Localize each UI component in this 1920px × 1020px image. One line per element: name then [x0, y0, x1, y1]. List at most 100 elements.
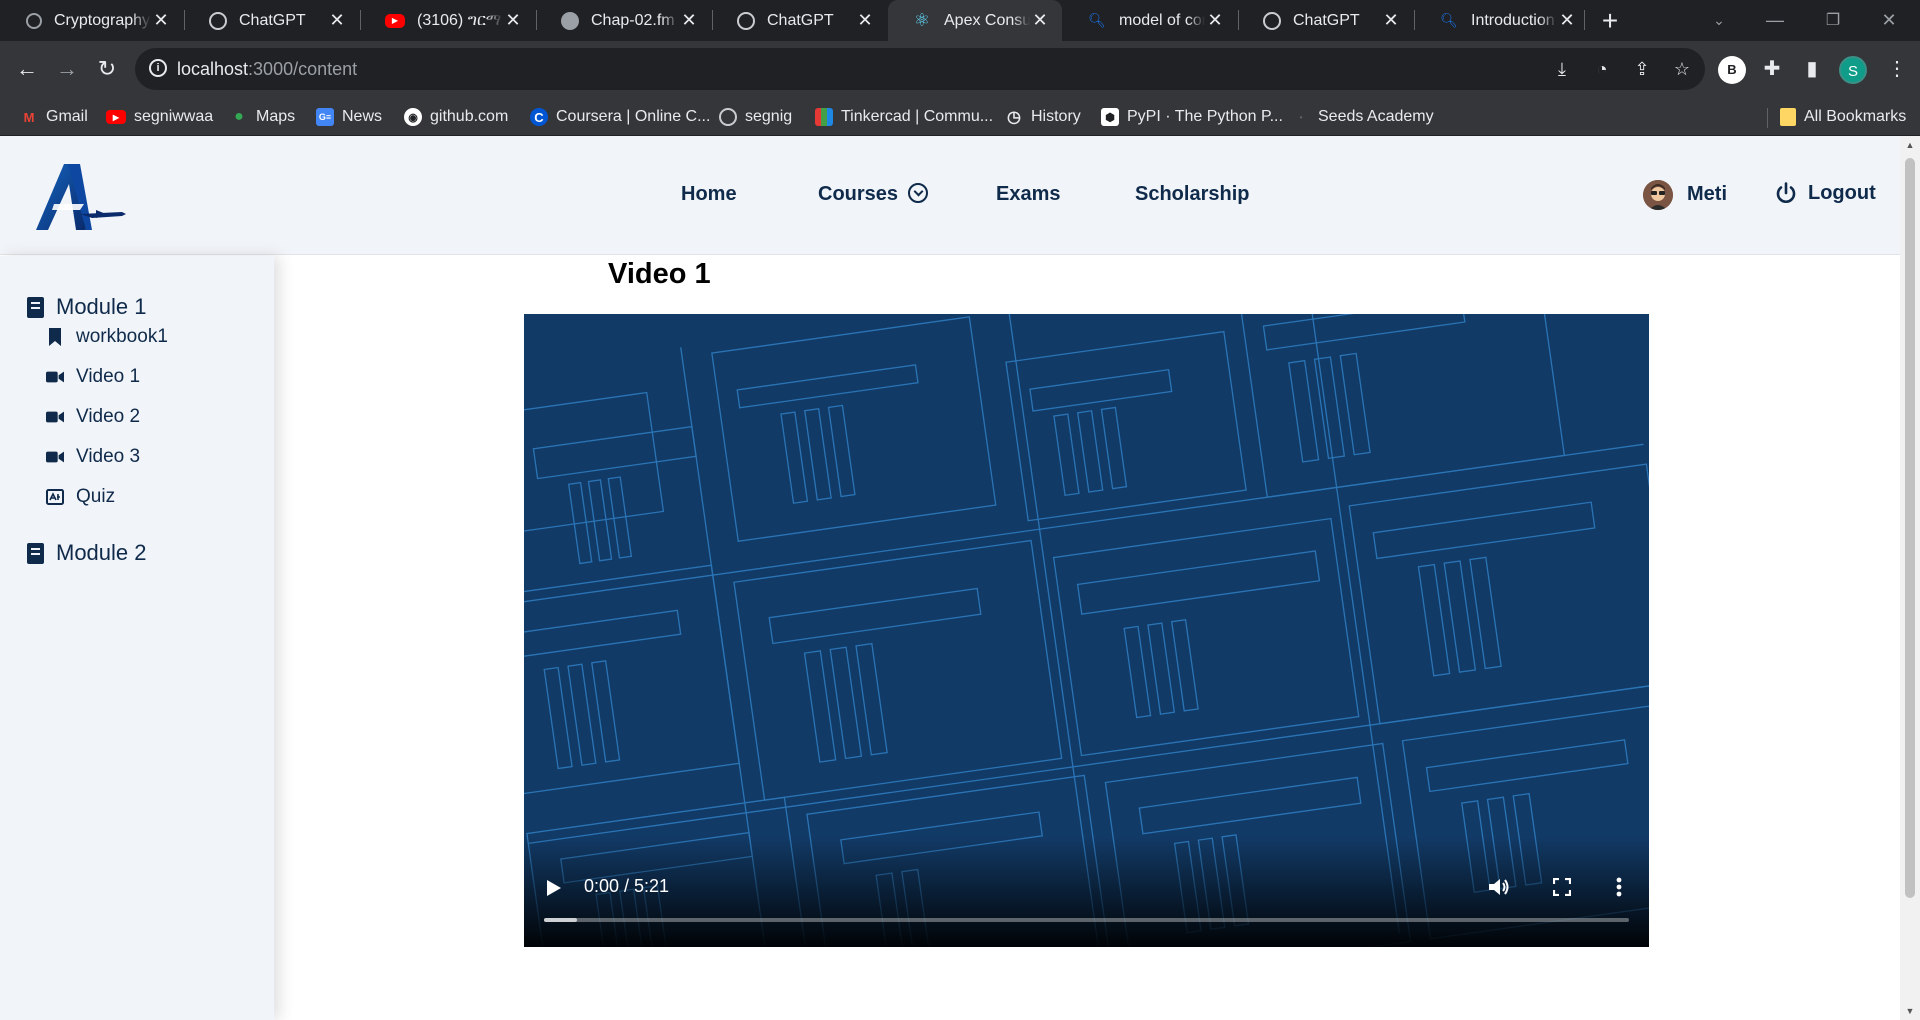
bookmark-label: Gmail — [46, 108, 88, 125]
performance-icon[interactable]: ◔ — [1591, 58, 1613, 80]
bookmark-segnig[interactable]: segnig — [719, 98, 792, 136]
folder-icon — [1780, 108, 1796, 126]
sidebar-item-label: Video 1 — [76, 366, 141, 387]
tab-title: ChatGPT — [1293, 11, 1360, 29]
chatgpt-favicon — [1263, 11, 1281, 30]
address-bar[interactable]: i localhost:3000/content ⤓ ◔ ⇪ ☆ — [135, 48, 1705, 90]
profile-b-avatar[interactable]: B — [1718, 56, 1746, 84]
more-options-icon[interactable] — [1616, 877, 1622, 897]
bookmark-star-icon[interactable]: ☆ — [1671, 58, 1693, 80]
scroll-thumb[interactable] — [1905, 158, 1915, 898]
menu-kebab-icon[interactable]: ⋮ — [1883, 55, 1911, 83]
back-button[interactable]: ← — [12, 54, 42, 84]
url-host: localhost — [177, 59, 249, 79]
bookmark-maps[interactable]: ● Maps — [230, 98, 295, 136]
module-2[interactable]: Module 2 — [27, 540, 147, 566]
restore-button[interactable]: ❐ — [1810, 0, 1856, 41]
close-icon[interactable]: ✕ — [151, 10, 171, 31]
user-name[interactable]: Meti — [1687, 183, 1727, 206]
bookmark-github[interactable]: ◉ github.com — [404, 98, 508, 136]
tab-model-of-con[interactable]: 🔍︎ model of con ✕ — [1063, 0, 1237, 41]
sidebar-item-quiz[interactable]: Quiz — [46, 486, 115, 508]
close-window-button[interactable]: ✕ — [1866, 0, 1912, 41]
browser-toolbar: ← → ↻ i localhost:3000/content ⤓ ◔ ⇪ ☆ B… — [0, 41, 1920, 98]
tab-introduction[interactable]: 🔍︎ Introduction ✕ — [1415, 0, 1589, 41]
tab-chatgpt-2[interactable]: ChatGPT ✕ — [713, 0, 887, 41]
all-bookmarks-button[interactable]: All Bookmarks — [1780, 98, 1906, 136]
news-icon: G≡ — [316, 108, 334, 126]
nav-exams[interactable]: Exams — [996, 183, 1061, 206]
maps-icon: ● — [234, 108, 244, 125]
share-icon[interactable]: ⇪ — [1631, 58, 1653, 80]
reload-button[interactable]: ↻ — [92, 54, 122, 84]
nav-courses[interactable]: Courses — [818, 183, 929, 206]
bookmark-gmail[interactable]: M Gmail — [20, 98, 88, 136]
tab-search-icon[interactable]: ⌄ — [1696, 0, 1742, 41]
close-icon[interactable]: ✕ — [1557, 10, 1577, 31]
react-favicon: ⚛ — [913, 10, 931, 30]
profile-s-avatar[interactable]: S — [1839, 56, 1867, 84]
bookmark-tinkercad[interactable]: Tinkercad | Commu... — [815, 98, 993, 136]
tab-chatgpt-1[interactable]: ChatGPT ✕ — [185, 0, 359, 41]
tab-title: model of con — [1119, 11, 1205, 29]
bookmark-label: github.com — [430, 108, 509, 125]
bookmarks-bar: M Gmail ▶ segniwwaa ● Maps G≡ News ◉ github.c… — [0, 98, 1920, 136]
tab-apex-consult[interactable]: ⚛ Apex Consult ✕ — [888, 0, 1062, 41]
nav-scholarship[interactable]: Scholarship — [1135, 183, 1249, 206]
close-icon[interactable]: ✕ — [503, 10, 523, 31]
close-icon[interactable]: ✕ — [327, 10, 347, 31]
page-scrollbar[interactable]: ▲ ▼ — [1900, 136, 1920, 1020]
forward-button[interactable]: → — [52, 54, 82, 84]
tab-youtube[interactable]: ▶ (3106) ግርማ ጥ ✕ — [361, 0, 535, 41]
gmail-icon: M — [23, 109, 35, 125]
seek-bar[interactable] — [544, 918, 1629, 922]
apex-logo[interactable] — [34, 162, 126, 232]
sidebar-item-video-3[interactable]: Video 3 — [46, 446, 140, 468]
minimize-button[interactable]: — — [1752, 0, 1798, 41]
bookmark-label: PyPI · The Python P... — [1127, 108, 1283, 125]
extensions-icon[interactable]: ✚ — [1758, 55, 1786, 83]
site-info-icon[interactable]: i — [149, 59, 167, 77]
bookmark-icon — [46, 327, 64, 347]
volume-icon[interactable] — [1488, 877, 1510, 897]
close-icon[interactable]: ✕ — [855, 10, 875, 31]
bookmark-news[interactable]: G≡ News — [316, 98, 382, 136]
nav-home[interactable]: Home — [681, 183, 737, 206]
course-sidebar: Module 1 workbook1 Video 1 Video 2 Video… — [0, 256, 274, 1020]
close-icon[interactable]: ✕ — [1205, 10, 1225, 31]
play-icon[interactable] — [546, 879, 562, 897]
bookmark-label: Maps — [256, 108, 296, 125]
bookmark-history[interactable]: ◷ History — [1005, 98, 1081, 136]
new-tab-button[interactable]: + — [1596, 0, 1624, 41]
sidebar-item-label: Quiz — [76, 486, 116, 507]
bookmark-label: History — [1031, 108, 1081, 125]
close-icon[interactable]: ✕ — [679, 10, 699, 31]
tab-cryptography[interactable]: Cryptography ✕ — [0, 0, 183, 41]
scroll-up-arrow-icon[interactable]: ▲ — [1905, 140, 1915, 150]
install-app-icon[interactable]: ⤓ — [1551, 58, 1573, 80]
youtube-icon: ▶ — [106, 110, 126, 124]
tab-title: (3106) ግርማ ጥ — [417, 11, 503, 29]
close-icon[interactable]: ✕ — [1381, 10, 1401, 31]
sidebar-item-workbook1[interactable]: workbook1 — [46, 326, 168, 348]
fullscreen-icon[interactable] — [1553, 878, 1571, 896]
logout-label: Logout — [1808, 181, 1876, 204]
tab-title: ChatGPT — [767, 11, 834, 29]
close-icon[interactable]: ✕ — [1030, 10, 1050, 31]
bookmark-segniwwaa[interactable]: ▶ segniwwaa — [106, 98, 213, 136]
side-panel-icon[interactable]: ▮ — [1798, 55, 1826, 83]
video-player[interactable]: 0:00 / 5:21 — [524, 314, 1649, 947]
tab-chatgpt-3[interactable]: ChatGPT ✕ — [1239, 0, 1413, 41]
tab-title: Introduction — [1471, 11, 1555, 29]
bookmark-seeds-academy[interactable]: • Seeds Academy — [1292, 98, 1434, 136]
module-1[interactable]: Module 1 — [27, 294, 147, 320]
sidebar-item-video-1[interactable]: Video 1 — [46, 366, 140, 388]
scroll-down-arrow-icon[interactable]: ▼ — [1905, 1006, 1915, 1016]
logout-button[interactable]: Logout — [1774, 181, 1876, 205]
tab-chap02[interactable]: Chap-02.fm ✕ — [537, 0, 711, 41]
bookmark-coursera[interactable]: C Coursera | Online C... — [530, 98, 710, 136]
user-avatar[interactable] — [1643, 180, 1673, 210]
url-text[interactable]: localhost:3000/content — [177, 59, 357, 80]
bookmark-pypi[interactable]: ⬢ PyPI · The Python P... — [1101, 98, 1283, 136]
sidebar-item-video-2[interactable]: Video 2 — [46, 406, 140, 428]
